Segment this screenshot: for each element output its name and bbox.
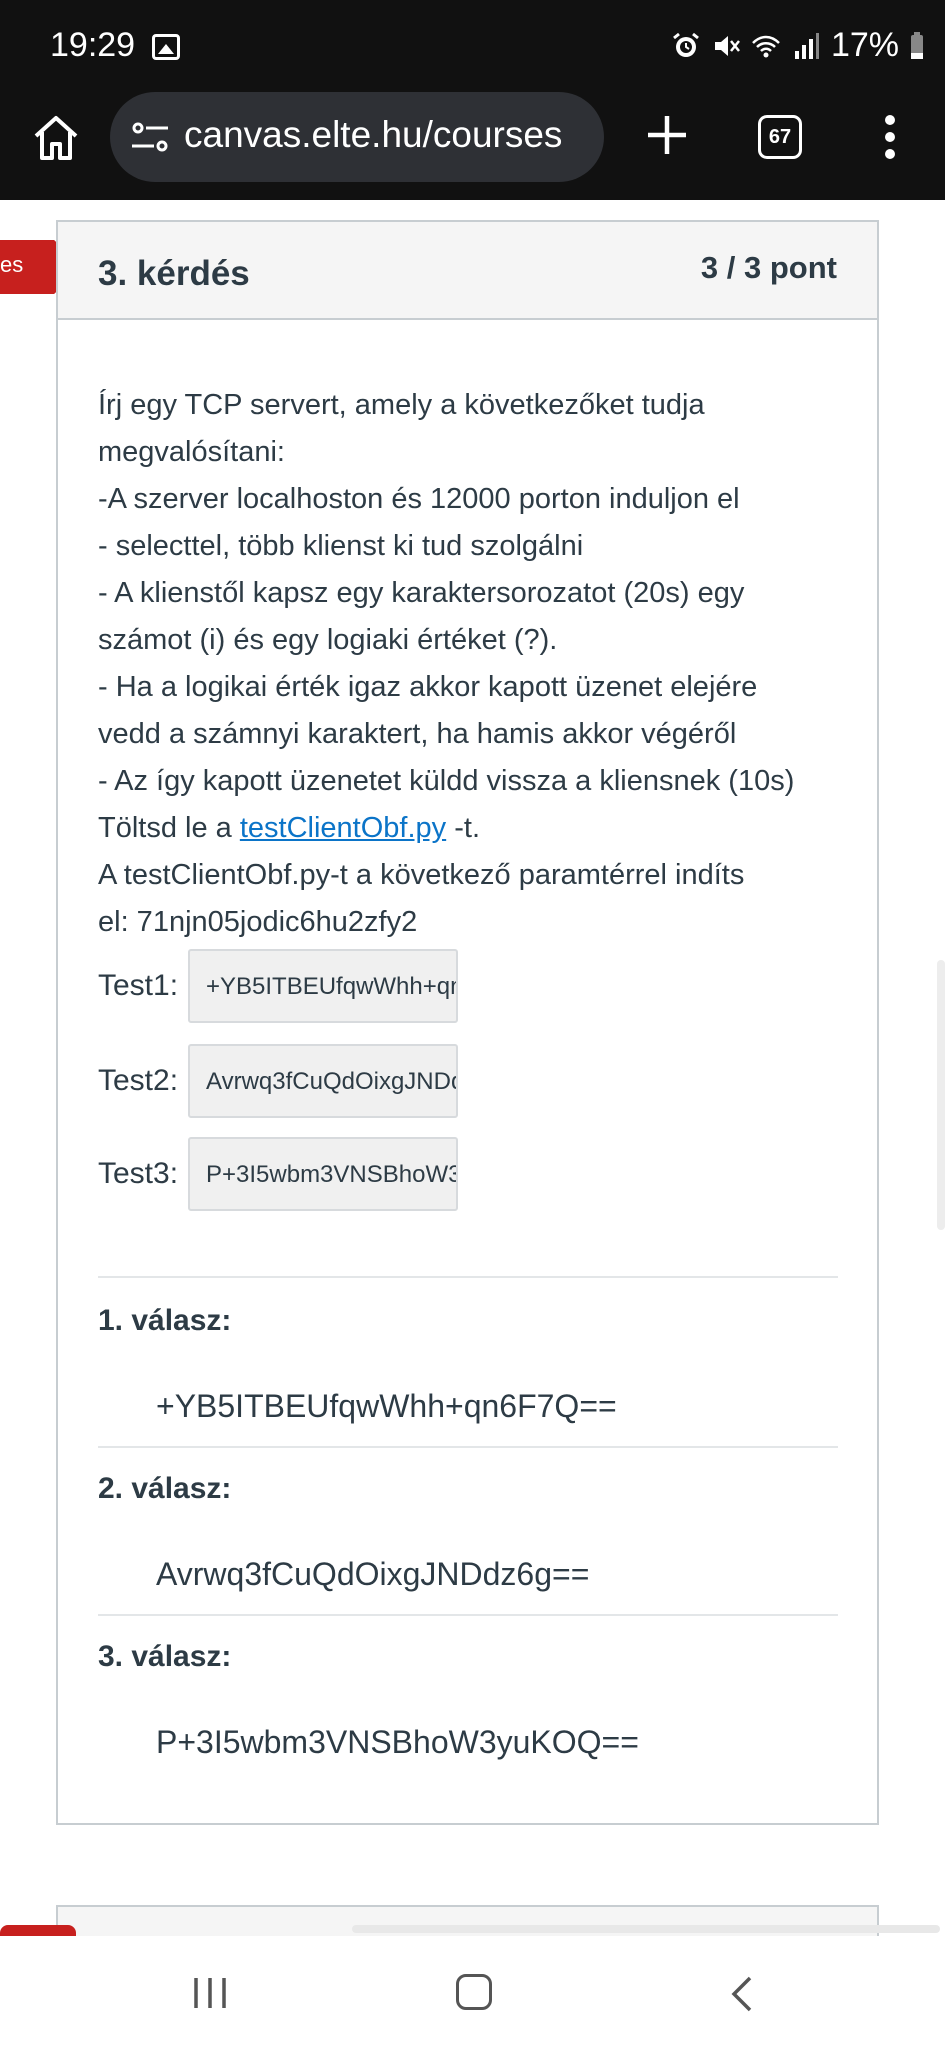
image-icon	[152, 34, 180, 60]
test-answer-field[interactable]: P+3I5wbm3VNSBhoW3yuKOQ==	[188, 1137, 458, 1211]
mute-icon	[714, 35, 740, 56]
recents-icon[interactable]	[190, 1976, 230, 2010]
answer-title: 1. válasz:	[98, 1304, 232, 1337]
divider	[98, 1446, 838, 1448]
wifi-icon	[752, 35, 780, 57]
question-points: 3 / 3 pont	[700, 250, 837, 285]
param-line: el: 71njn05jodic6hu2zfy2	[98, 906, 418, 938]
back-icon[interactable]	[726, 1974, 756, 2014]
download-line: Töltsd le a testClientObf.py -t.	[98, 805, 858, 852]
home-icon[interactable]	[30, 112, 82, 164]
question-title: 3. kérdés	[98, 254, 250, 293]
question-flag-text: es	[0, 252, 24, 277]
param-line: A testClientObf.py-t a következő paramté…	[98, 859, 745, 891]
answer-value: Avrwq3fCuQdOixgJNDdz6g==	[156, 1556, 590, 1592]
navigation-bar	[0, 1936, 945, 2048]
download-suffix: -t.	[446, 812, 481, 844]
test-label: Test3:	[98, 1157, 179, 1190]
vertical-scrollbar[interactable]	[937, 960, 945, 1230]
test-answer-field[interactable]: +YB5ITBEUfqwWhh+qn6F7Q==	[188, 949, 458, 1023]
question-line: számot (i) és egy logiaki értéket (?).	[98, 624, 558, 656]
question-line: - A klienstől kapsz egy karaktersorozato…	[98, 577, 745, 609]
battery-percent: 17%	[830, 26, 899, 64]
question-line: megvalósítani:	[98, 436, 285, 468]
question-text: Írj egy TCP servert, amely a következőke…	[98, 382, 858, 946]
question-line: -A szerver localhoston és 12000 porton i…	[98, 483, 740, 515]
test-row-3: Test3: P+3I5wbm3VNSBhoW3yuKOQ==	[98, 1137, 458, 1211]
address-bar[interactable]: canvas.elte.hu/courses	[110, 92, 604, 182]
question-line: - Az így kapott üzenetet küldd vissza a …	[98, 765, 795, 797]
answer-title: 2. válasz:	[98, 1472, 232, 1505]
browser-toolbar: canvas.elte.hu/courses 67	[0, 92, 945, 200]
tabs-icon[interactable]: 67	[758, 115, 802, 159]
divider	[98, 1614, 838, 1616]
question-line: Írj egy TCP servert, amely a következőke…	[98, 389, 705, 421]
url-text[interactable]: canvas.elte.hu/courses	[184, 114, 594, 156]
download-link[interactable]: testClientObf.py	[240, 812, 446, 844]
horizontal-scrollbar[interactable]	[352, 1925, 940, 1933]
answer-value: P+3I5wbm3VNSBhoW3yuKOQ==	[156, 1724, 639, 1760]
test-row-1: Test1: +YB5ITBEUfqwWhh+qn6F7Q==	[98, 949, 458, 1023]
test-row-2: Test2: Avrwq3fCuQdOixgJNDdz6g==	[98, 1044, 458, 1118]
status-bar: 19:29 17%	[0, 0, 945, 92]
test-label: Test2:	[98, 1064, 179, 1097]
question-line: vedd a számnyi karaktert, ha hamis akkor…	[98, 718, 737, 750]
status-icons: 17%	[671, 26, 925, 65]
site-settings-icon[interactable]	[130, 120, 170, 154]
test-answer-field[interactable]: Avrwq3fCuQdOixgJNDdz6g==	[188, 1044, 458, 1118]
answer-title: 3. válasz:	[98, 1640, 232, 1673]
download-prefix: Töltsd le a	[98, 812, 240, 844]
divider	[98, 1276, 838, 1278]
question-header: 3. kérdés 3 / 3 pont	[58, 222, 877, 320]
alarm-icon	[673, 32, 699, 57]
battery-icon	[911, 31, 923, 59]
more-vert-icon[interactable]	[876, 112, 904, 162]
status-time: 19:29	[50, 26, 136, 64]
plus-icon[interactable]	[642, 110, 692, 160]
question-line: - Ha a logikai érték igaz akkor kapott ü…	[98, 671, 758, 703]
nav-home-icon[interactable]	[456, 1974, 492, 2010]
signal-icon	[794, 32, 819, 59]
test-label: Test1:	[98, 969, 179, 1002]
question-line: - selecttel, több klienst ki tud szolgál…	[98, 530, 584, 562]
question-card: 3. kérdés 3 / 3 pont Írj egy TCP servert…	[56, 220, 879, 1825]
answer-value: +YB5ITBEUfqwWhh+qn6F7Q==	[156, 1388, 617, 1424]
